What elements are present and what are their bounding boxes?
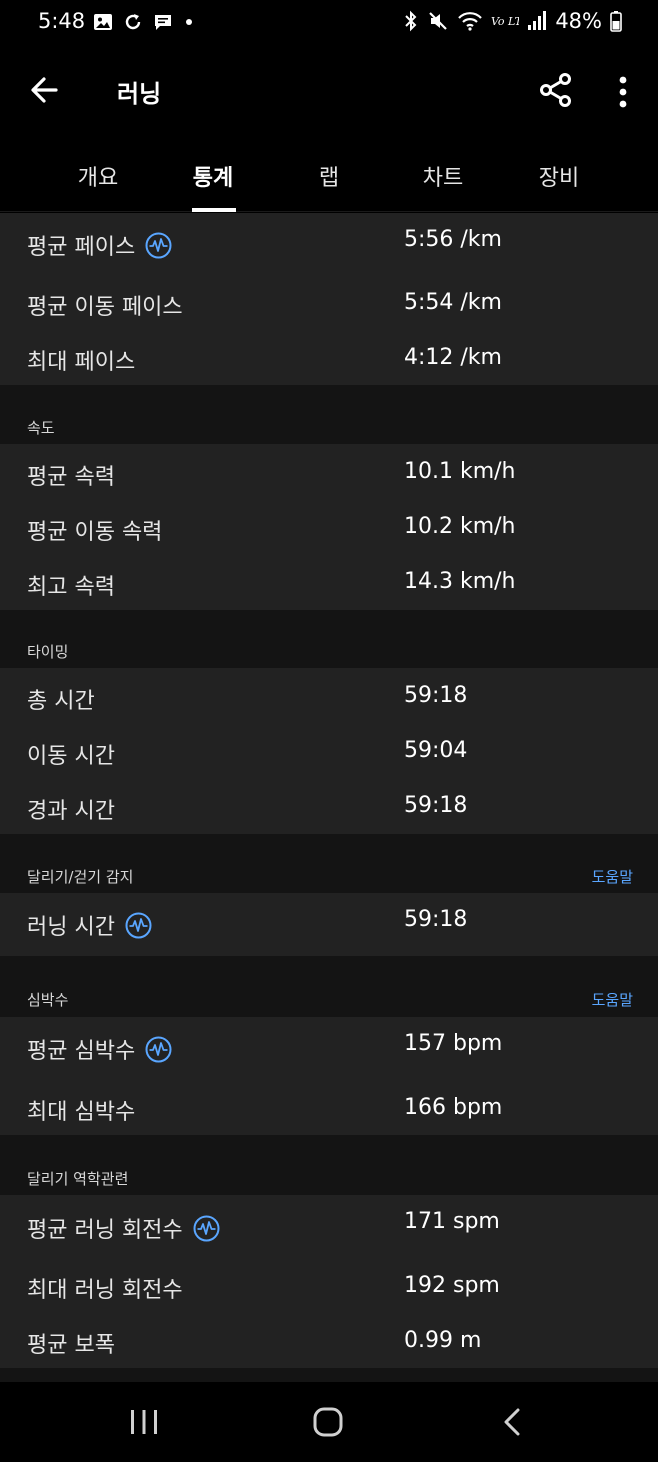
avg-heart-rate-label: 평균 심박수 (27, 1039, 136, 1064)
avg-moving-speed-value: 10.2 km/h (404, 514, 516, 539)
max-pace-value: 4:12 /km (404, 345, 502, 370)
wifi-icon (458, 12, 483, 31)
running-dynamics-section-header: 달리기 역학관련 (0, 1135, 658, 1195)
battery-percent: 48% (555, 9, 602, 33)
max-heart-rate-value: 166 bpm (404, 1095, 503, 1120)
timing-section-header: 타이밍 (0, 610, 658, 668)
avg-pace-label: 평균 페이스 (27, 235, 136, 260)
avg-speed-label: 평균 속력 (27, 465, 115, 490)
pace-card: 평균 페이스 5:56 /km 평균 이동 페이스 5:54 /km 최대 페이… (0, 213, 658, 385)
share-icon[interactable] (536, 70, 576, 110)
help-link[interactable]: 도움말 (592, 866, 633, 887)
moving-time-value: 59:04 (404, 738, 468, 763)
heart-rate-monitor-icon[interactable] (193, 1215, 220, 1242)
avg-moving-pace-value: 5:54 /km (404, 290, 502, 315)
volte-icon: Vo LTE (491, 15, 519, 28)
avg-speed-value: 10.1 km/h (404, 459, 516, 484)
nav-back-icon[interactable] (494, 1404, 534, 1440)
avg-stride-label: 평균 보폭 (27, 1333, 115, 1358)
running-time-label: 러닝 시간 (27, 915, 115, 940)
total-time-value: 59:18 (404, 683, 468, 708)
speed-card: 평균 속력 10.1 km/h 평균 이동 속력 10.2 km/h 최고 속력… (0, 444, 658, 610)
status-time: 5:48 (38, 9, 86, 33)
tab-gear[interactable]: 장비 (509, 160, 609, 192)
stat-label: 평균 페이스 (27, 229, 172, 261)
section-divider (0, 1368, 658, 1382)
avg-moving-pace-label: 평균 이동 페이스 (27, 295, 183, 320)
avg-cadence-label: 평균 러닝 회전수 (27, 1218, 183, 1243)
page-title: 러닝 (117, 80, 162, 108)
help-link[interactable]: 도움말 (592, 989, 633, 1010)
avg-moving-speed-label: 평균 이동 속력 (27, 520, 163, 545)
elapsed-time-label: 경과 시간 (27, 799, 115, 824)
message-icon (155, 15, 171, 30)
max-heart-rate-label: 최대 심박수 (27, 1100, 136, 1125)
run-walk-card: 러닝 시간 59:18 (0, 893, 658, 956)
max-speed-value: 14.3 km/h (404, 569, 516, 594)
tab-bar: 개요 통계 랩 차트 장비 (0, 138, 658, 212)
gallery-icon (94, 14, 112, 30)
run-walk-section-header: 달리기/걷기 감지 도움말 (0, 834, 658, 893)
max-cadence-label: 최대 러닝 회전수 (27, 1278, 183, 1303)
heart-rate-card: 평균 심박수 157 bpm 최대 심박수 166 bpm (0, 1017, 658, 1135)
bluetooth-icon (405, 10, 417, 32)
heart-rate-monitor-icon[interactable] (145, 232, 172, 259)
moving-time-label: 이동 시간 (27, 744, 115, 769)
status-right-icons: Vo LTE 48% (403, 9, 622, 33)
battery-icon (610, 11, 622, 32)
tab-laps[interactable]: 랩 (279, 160, 379, 192)
max-speed-label: 최고 속력 (27, 575, 115, 600)
tab-overview[interactable]: 개요 (48, 160, 148, 192)
speed-section-header: 속도 (0, 385, 658, 444)
mute-icon (429, 12, 448, 30)
active-tab-indicator (192, 208, 236, 212)
tab-stats[interactable]: 통계 (163, 160, 263, 192)
avg-stride-value: 0.99 m (404, 1328, 482, 1353)
status-bar: 5:48 Vo LTE 48% (0, 0, 658, 48)
timing-card: 총 시간 59:18 이동 시간 59:04 경과 시간 59:18 (0, 668, 658, 834)
home-icon[interactable] (308, 1404, 348, 1440)
running-time-value: 59:18 (404, 907, 468, 932)
section-title: 달리기 역학관련 (27, 1170, 129, 1188)
section-title: 심박수 (27, 991, 69, 1009)
dot-icon (186, 19, 192, 25)
avg-pace-value: 5:56 /km (404, 227, 502, 252)
section-title: 달리기/걷기 감지 (27, 868, 134, 886)
avg-heart-rate-value: 157 bpm (404, 1031, 503, 1056)
app-bar: 러닝 (0, 48, 658, 138)
sync-icon (125, 14, 141, 30)
stat-label: 평균 심박수 (27, 1033, 172, 1065)
total-time-label: 총 시간 (27, 689, 95, 714)
status-left-icons (93, 12, 195, 32)
back-arrow-icon[interactable] (26, 70, 66, 110)
more-options-icon[interactable] (608, 72, 638, 112)
signal-icon (528, 11, 547, 30)
avg-cadence-value: 171 spm (404, 1209, 500, 1234)
tab-charts[interactable]: 차트 (393, 160, 493, 192)
stat-label: 평균 러닝 회전수 (27, 1212, 220, 1244)
heart-rate-section-header: 심박수 도움말 (0, 956, 658, 1017)
stat-label: 러닝 시간 (27, 909, 152, 941)
section-title: 속도 (27, 419, 55, 437)
system-nav-bar (0, 1382, 658, 1462)
section-title: 타이밍 (27, 643, 69, 661)
running-dynamics-card: 평균 러닝 회전수 171 spm 최대 러닝 회전수 192 spm 평균 보… (0, 1195, 658, 1368)
volte-text: Vo LTE (491, 15, 519, 28)
max-pace-label: 최대 페이스 (27, 350, 136, 375)
heart-rate-monitor-icon[interactable] (125, 912, 152, 939)
heart-rate-monitor-icon[interactable] (145, 1036, 172, 1063)
recent-apps-icon[interactable] (124, 1404, 164, 1440)
max-cadence-value: 192 spm (404, 1273, 500, 1298)
elapsed-time-value: 59:18 (404, 793, 468, 818)
